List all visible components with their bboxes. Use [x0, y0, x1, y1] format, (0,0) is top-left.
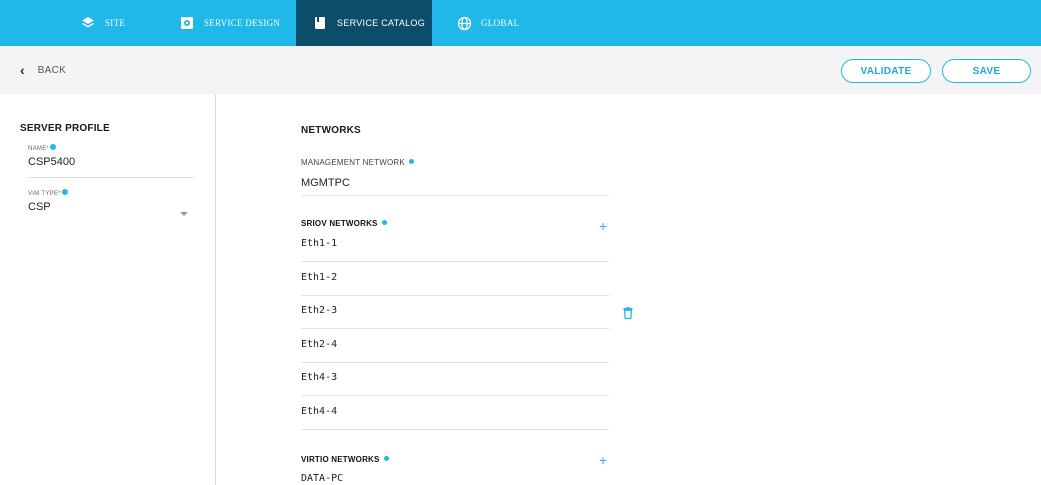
globe-icon	[456, 15, 472, 31]
trash-icon[interactable]	[623, 306, 633, 320]
sriov-network-name: Eth4-4	[301, 406, 338, 417]
virtio-networks-label-row: VIRTIO NETWORKS	[301, 455, 389, 464]
action-bar: ‹ BACK VALIDATE SAVE	[0, 46, 1041, 94]
list-item[interactable]: Eth4-4	[301, 396, 609, 430]
sriov-network-name: Eth1-2	[301, 272, 338, 283]
tab-service-catalog-label: SERVICE CATALOG	[337, 18, 426, 28]
vim-type-select[interactable]: VIM TYPE* CSP	[28, 189, 194, 221]
tab-service-design-label: SERVICE DESIGN	[204, 18, 281, 28]
info-icon[interactable]	[50, 144, 57, 150]
virtio-networks-label: VIRTIO NETWORKS	[301, 455, 380, 464]
gear-square-icon	[179, 15, 195, 31]
save-button[interactable]: SAVE	[942, 59, 1031, 83]
sriov-networks-label: SRIOV NETWORKS	[301, 219, 378, 228]
vim-type-value: CSP	[28, 201, 51, 213]
list-item[interactable]: Eth1-1	[301, 228, 609, 262]
name-value: CSP5400	[28, 156, 76, 168]
info-icon[interactable]	[61, 189, 68, 195]
list-item[interactable]: Eth2-4	[301, 329, 609, 363]
book-icon	[312, 15, 328, 31]
server-profile-title: SERVER PROFILE	[20, 123, 110, 134]
sriov-network-name: Eth1-1	[301, 238, 338, 249]
networks-title: NETWORKS	[301, 125, 361, 136]
sriov-network-name: Eth2-4	[301, 339, 338, 350]
vim-type-label: VIM TYPE*	[28, 191, 61, 197]
validate-button[interactable]: VALIDATE	[841, 59, 931, 83]
chevron-down-icon[interactable]	[180, 212, 188, 216]
list-item[interactable]: Eth1-2	[301, 262, 609, 296]
info-icon[interactable]	[381, 220, 387, 225]
tab-global[interactable]: GLOBAL	[456, 0, 519, 46]
sriov-networks-label-row: SRIOV NETWORKS	[301, 219, 387, 228]
name-label: NAME*	[28, 146, 50, 152]
management-network-field[interactable]: MGMTPC	[301, 163, 609, 196]
list-item[interactable]: Eth2-3	[301, 295, 609, 329]
sriov-network-name: Eth2-3	[301, 305, 338, 316]
list-item[interactable]: DATA-PC	[301, 464, 609, 485]
tab-site-label: SITE	[105, 18, 126, 28]
back-button[interactable]: ‹ BACK	[20, 62, 66, 78]
name-field[interactable]: NAME* CSP5400	[28, 144, 194, 178]
info-icon[interactable]	[383, 456, 389, 461]
list-item[interactable]: Eth4-3	[301, 362, 609, 396]
chevron-left-icon: ‹	[20, 62, 25, 78]
tab-global-label: GLOBAL	[481, 18, 520, 28]
layers-icon	[80, 15, 96, 31]
sriov-network-name: Eth4-3	[301, 372, 338, 383]
management-network-value: MGMTPC	[301, 177, 350, 189]
tab-service-design[interactable]: SERVICE DESIGN	[179, 0, 280, 46]
virtio-network-name: DATA-PC	[301, 473, 344, 484]
tab-service-catalog[interactable]: SERVICE CATALOG	[296, 0, 432, 46]
top-nav: SITE SERVICE DESIGN SERVICE CATALOG GLOB…	[0, 0, 1041, 46]
back-label: BACK	[37, 64, 67, 76]
name-underline	[28, 177, 194, 178]
tab-site[interactable]: SITE	[80, 0, 125, 46]
server-profile-panel: SERVER PROFILE NAME* CSP5400 VIM TYPE* C…	[0, 94, 216, 485]
